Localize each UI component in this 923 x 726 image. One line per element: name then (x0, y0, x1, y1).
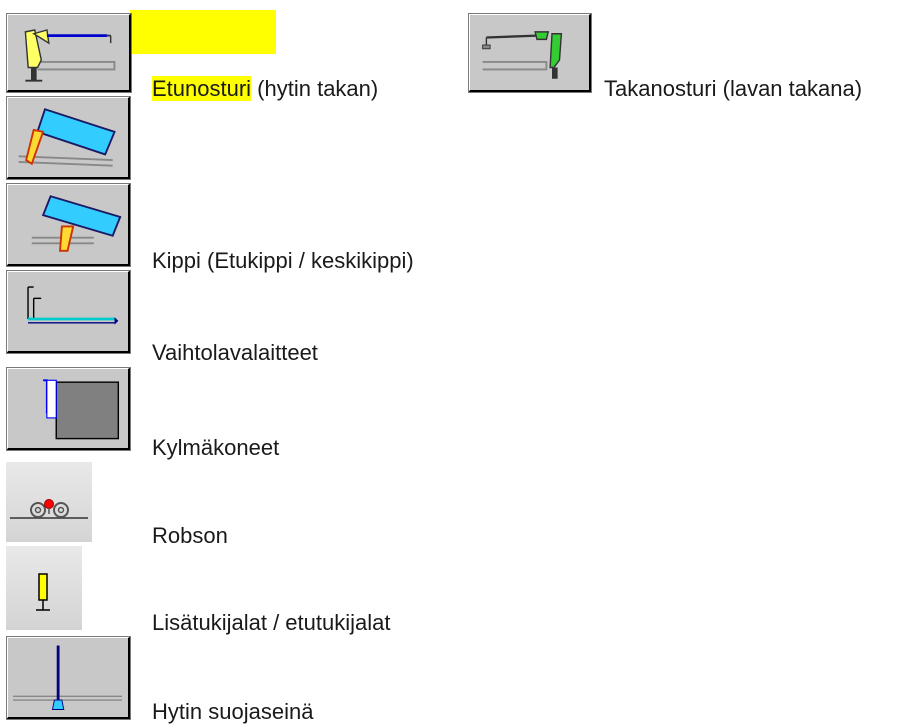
hooklift-label: Vaihtolavalaitteet (152, 340, 318, 365)
cab-guard-icon (12, 645, 123, 710)
middle-tipper-button[interactable] (6, 183, 131, 267)
rear-crane-icon (482, 31, 563, 79)
outrigger-label: Lisätukijalat / etutukijalat (152, 610, 391, 635)
outrigger-icon (36, 573, 50, 611)
hooklift-icon (27, 286, 119, 325)
middle-tipper-icon (31, 195, 122, 252)
front-tipper-button[interactable] (6, 96, 131, 180)
tipper-label: Kippi (Etukippi / keskikippi) (152, 248, 414, 273)
rear-crane-button[interactable] (468, 13, 592, 93)
robson-drive-icon (10, 499, 88, 519)
outrigger-button[interactable] (6, 546, 82, 630)
front-tipper-icon (18, 108, 116, 167)
front-crane-icon (24, 29, 116, 82)
refrigeration-unit-icon (43, 379, 120, 440)
rear-crane-label: Takanosturi (lavan takana) (604, 76, 863, 101)
front-crane-button[interactable] (6, 13, 132, 93)
front-crane-label: Etunosturi (hytin takan) (152, 76, 379, 101)
highlighted-word: Etunosturi (152, 76, 252, 101)
cab-guard-label: Hytin suojaseinä (152, 699, 314, 724)
refrigeration-unit-button[interactable] (6, 367, 131, 451)
cab-guard-button[interactable] (6, 636, 131, 720)
highlight-block (130, 10, 276, 54)
robson-label: Robson (152, 523, 228, 548)
refrigeration-label: Kylmäkoneet (152, 435, 280, 460)
hooklift-button[interactable] (6, 270, 131, 354)
robson-button[interactable] (6, 462, 92, 542)
